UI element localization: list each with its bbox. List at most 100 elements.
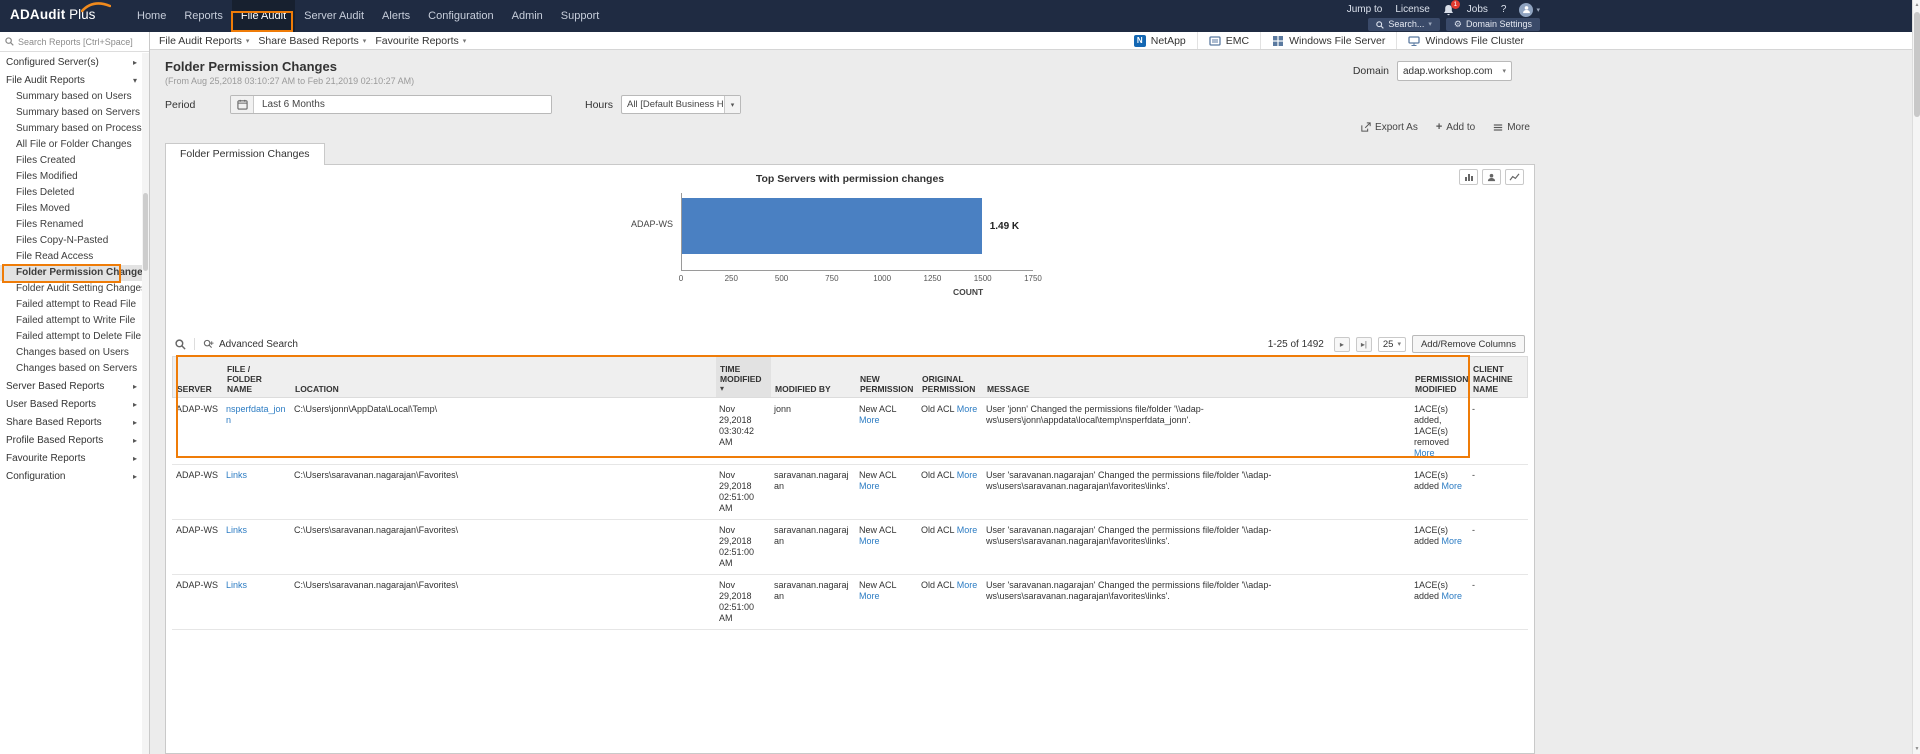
sidebar-scrollbar[interactable] bbox=[142, 53, 149, 754]
column-header[interactable]: FILE / FOLDER NAME ▾ bbox=[223, 357, 291, 397]
sidebar-item[interactable]: Changes based on Users bbox=[0, 345, 142, 361]
nav-item[interactable]: Server Audit bbox=[295, 0, 373, 32]
calendar-icon[interactable] bbox=[231, 96, 254, 113]
page-scrollbar[interactable]: ▲ ▼ bbox=[1912, 0, 1920, 754]
scroll-down-icon[interactable]: ▼ bbox=[1913, 744, 1920, 754]
sidebar-item[interactable]: Files Created bbox=[0, 153, 142, 169]
domain-select[interactable]: adap.workshop.com ▾ bbox=[1397, 61, 1512, 81]
file-folder-link[interactable]: Links bbox=[226, 525, 247, 535]
permission-modified-more-link[interactable]: More bbox=[1442, 481, 1463, 491]
sidebar-item[interactable]: Folder Permission Changes bbox=[0, 265, 142, 281]
report-search-input[interactable] bbox=[18, 36, 144, 47]
more-button[interactable]: More bbox=[1493, 121, 1530, 133]
last-page-button[interactable]: ▸| bbox=[1355, 336, 1372, 352]
global-search-button[interactable]: Search... ▾ bbox=[1368, 18, 1440, 31]
period-input[interactable] bbox=[254, 96, 551, 113]
sidebar-item[interactable]: Failed attempt to Delete File bbox=[0, 329, 142, 345]
license-link[interactable]: License bbox=[1395, 4, 1429, 15]
column-header[interactable]: CLIENT MACHINE NAME ▾ bbox=[1469, 357, 1531, 397]
chart-bar-type-button[interactable] bbox=[1459, 169, 1478, 185]
add-to-button[interactable]: + Add to bbox=[1436, 121, 1475, 133]
storage-windows-file-cluster[interactable]: Windows File Cluster bbox=[1396, 32, 1535, 49]
nav-item[interactable]: Configuration bbox=[419, 0, 502, 32]
column-header[interactable]: PERMISSION MODIFIED ▾ bbox=[1411, 357, 1469, 397]
sidebar-item[interactable]: Share Based Reports bbox=[0, 415, 142, 431]
page-size-select[interactable]: 25 ▾ bbox=[1377, 336, 1406, 352]
nav-item[interactable]: Admin bbox=[503, 0, 552, 32]
sidebar-item[interactable]: User Based Reports bbox=[0, 397, 142, 413]
sidebar-scrollbar-thumb[interactable] bbox=[143, 193, 148, 271]
permission-modified-more-link[interactable]: More bbox=[1442, 591, 1463, 601]
next-page-button[interactable]: ▸ bbox=[1333, 336, 1350, 352]
export-as-button[interactable]: Export As bbox=[1361, 121, 1418, 133]
file-folder-link[interactable]: nsperfdata_jonn bbox=[226, 404, 286, 425]
sidebar-item[interactable]: Server Based Reports bbox=[0, 379, 142, 395]
sidebar-item[interactable]: Files Modified bbox=[0, 169, 142, 185]
column-header[interactable]: MESSAGE ▾ bbox=[983, 357, 1411, 397]
user-menu[interactable]: ▾ bbox=[1519, 2, 1540, 17]
table-row[interactable]: ADAP-WS Links C:\Users\saravanan.nagaraj… bbox=[172, 465, 1528, 520]
menu-share-based-reports[interactable]: Share Based Reports ▾ bbox=[258, 35, 366, 47]
sidebar-item[interactable]: Profile Based Reports bbox=[0, 433, 142, 449]
help-link[interactable]: ? bbox=[1501, 4, 1507, 15]
jump-to-link[interactable]: Jump to bbox=[1347, 4, 1383, 15]
original-permission-more-link[interactable]: More bbox=[957, 470, 978, 480]
new-permission-more-link[interactable]: More bbox=[859, 536, 880, 546]
new-permission-more-link[interactable]: More bbox=[859, 481, 880, 491]
original-permission-more-link[interactable]: More bbox=[957, 525, 978, 535]
sidebar-item[interactable]: Files Copy-N-Pasted bbox=[0, 233, 142, 249]
storage-emc[interactable]: EMC bbox=[1196, 32, 1260, 49]
column-header[interactable]: MODIFIED BY ▾ bbox=[771, 357, 856, 397]
app-logo[interactable]: ADAudit Plus bbox=[10, 2, 112, 22]
column-header[interactable]: ORIGINAL PERMISSION ▾ bbox=[918, 357, 983, 397]
hours-select[interactable]: All [Default Business Hour] ▾ bbox=[621, 95, 742, 114]
sidebar-item[interactable]: Configured Server(s) bbox=[0, 55, 142, 71]
nav-item[interactable]: Support bbox=[552, 0, 609, 32]
sidebar-item[interactable]: Folder Audit Setting Changes(SACL) bbox=[0, 281, 142, 297]
chart-line-type-button[interactable] bbox=[1505, 169, 1524, 185]
nav-item[interactable]: Reports bbox=[175, 0, 232, 32]
jobs-link[interactable]: Jobs bbox=[1467, 4, 1488, 15]
domain-settings-button[interactable]: ⚙ Domain Settings bbox=[1445, 18, 1540, 31]
table-search-icon[interactable] bbox=[175, 338, 186, 350]
sidebar-item[interactable]: File Read Access bbox=[0, 249, 142, 265]
original-permission-more-link[interactable]: More bbox=[957, 404, 978, 414]
add-remove-columns-button[interactable]: Add/Remove Columns bbox=[1411, 335, 1525, 353]
sidebar-item[interactable]: Failed attempt to Read File bbox=[0, 297, 142, 313]
storage-netapp[interactable]: N NetApp bbox=[1123, 32, 1197, 49]
tab-folder-permission-changes[interactable]: Folder Permission Changes bbox=[165, 143, 325, 165]
file-folder-link[interactable]: Links bbox=[226, 470, 247, 480]
chart-user-view-button[interactable] bbox=[1482, 169, 1501, 185]
original-permission-more-link[interactable]: More bbox=[957, 580, 978, 590]
nav-item[interactable]: Alerts bbox=[373, 0, 419, 32]
sidebar-item[interactable]: Summary based on Process bbox=[0, 121, 142, 137]
new-permission-more-link[interactable]: More bbox=[859, 415, 880, 425]
menu-favourite-reports[interactable]: Favourite Reports ▾ bbox=[375, 35, 466, 47]
permission-modified-more-link[interactable]: More bbox=[1414, 448, 1435, 458]
column-header[interactable]: LOCATION ▾ bbox=[291, 357, 716, 397]
advanced-search-button[interactable]: Advanced Search bbox=[203, 339, 298, 350]
table-row[interactable]: ADAP-WS Links C:\Users\saravanan.nagaraj… bbox=[172, 575, 1528, 630]
column-header[interactable]: SERVER ▾ bbox=[173, 357, 223, 397]
sidebar-item[interactable]: Configuration bbox=[0, 469, 142, 485]
sidebar-item[interactable]: Files Deleted bbox=[0, 185, 142, 201]
menu-file-audit-reports[interactable]: File Audit Reports ▾ bbox=[159, 35, 249, 47]
scroll-up-icon[interactable]: ▲ bbox=[1913, 0, 1920, 10]
nav-item[interactable]: File Audit bbox=[231, 0, 296, 32]
sidebar-item[interactable]: Summary based on Users bbox=[0, 89, 142, 105]
nav-item[interactable]: Home bbox=[128, 0, 175, 32]
column-header[interactable]: NEW PERMISSION ▾ bbox=[856, 357, 918, 397]
sidebar-item[interactable]: Failed attempt to Write File bbox=[0, 313, 142, 329]
chart-bar[interactable] bbox=[682, 198, 982, 254]
sidebar-item[interactable]: Changes based on Servers bbox=[0, 361, 142, 377]
sidebar-item[interactable]: Files Renamed bbox=[0, 217, 142, 233]
file-folder-link[interactable]: Links bbox=[226, 580, 247, 590]
sidebar-item[interactable]: Summary based on Servers bbox=[0, 105, 142, 121]
page-scrollbar-thumb[interactable] bbox=[1914, 12, 1920, 117]
sidebar-item[interactable]: Favourite Reports bbox=[0, 451, 142, 467]
sidebar-item[interactable]: All File or Folder Changes bbox=[0, 137, 142, 153]
table-row[interactable]: ADAP-WS Links C:\Users\saravanan.nagaraj… bbox=[172, 520, 1528, 575]
notifications-bell-icon[interactable]: 1 bbox=[1443, 0, 1460, 16]
sidebar-item[interactable]: File Audit Reports bbox=[0, 73, 142, 89]
column-header[interactable]: TIME MODIFIED ▾ bbox=[716, 357, 771, 397]
